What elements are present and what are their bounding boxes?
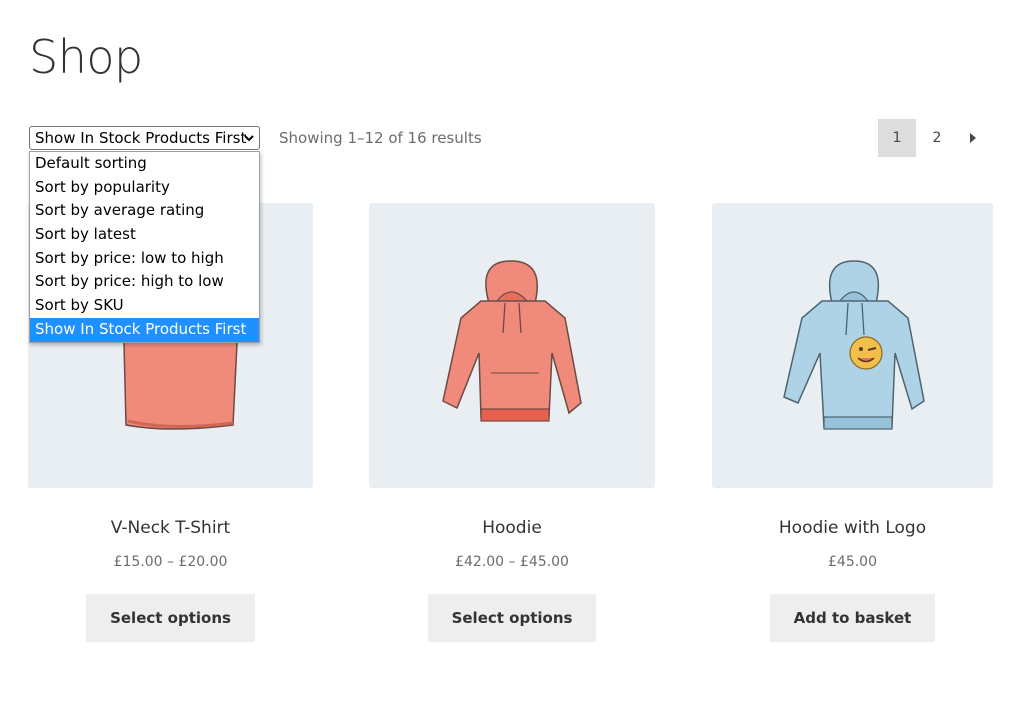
product-name[interactable]: Hoodie	[369, 518, 655, 538]
sort-option-price-desc[interactable]: Sort by price: high to low	[30, 270, 259, 294]
product-price: £15.00 – £20.00	[113, 554, 228, 570]
sort-option-sku[interactable]: Sort by SKU	[30, 294, 259, 318]
sort-select[interactable]: Show In Stock Products First	[29, 126, 260, 150]
product-price: £45.00	[828, 554, 877, 570]
product-card: Hoodie with Logo £45.00 Add to basket	[712, 203, 993, 642]
add-to-basket-button[interactable]: Add to basket	[769, 594, 936, 642]
product-name[interactable]: Hoodie with Logo	[712, 518, 993, 538]
select-options-button[interactable]: Select options	[86, 594, 255, 642]
triangle-right-icon	[970, 133, 976, 143]
pagination: 1 2	[878, 119, 988, 157]
result-count: Showing 1–12 of 16 results	[279, 129, 482, 147]
hoodie-image[interactable]	[369, 203, 655, 488]
product-card: Hoodie £42.00 – £45.00 Select options	[369, 203, 655, 642]
sort-option-price-asc[interactable]: Sort by price: low to high	[30, 247, 259, 271]
product-price: £42.00 – £45.00	[455, 554, 569, 570]
next-page-button[interactable]	[958, 119, 988, 157]
sort-option-popularity[interactable]: Sort by popularity	[30, 176, 259, 200]
select-options-button[interactable]: Select options	[427, 594, 597, 642]
page-2-link[interactable]: 2	[920, 119, 954, 157]
hoodie-with-logo-image[interactable]	[712, 203, 993, 488]
page-1-link[interactable]: 1	[878, 119, 916, 157]
sort-option-latest[interactable]: Sort by latest	[30, 223, 259, 247]
product-name[interactable]: V-Neck T-Shirt	[28, 518, 313, 538]
sort-select-value: Show In Stock Products First	[35, 129, 247, 147]
page-title: Shop	[29, 30, 143, 84]
sort-dropdown: Default sorting Sort by popularity Sort …	[29, 151, 260, 343]
sort-option-default[interactable]: Default sorting	[30, 152, 259, 176]
sort-option-rating[interactable]: Sort by average rating	[30, 199, 259, 223]
sort-option-in-stock-first[interactable]: Show In Stock Products First	[30, 317, 259, 342]
